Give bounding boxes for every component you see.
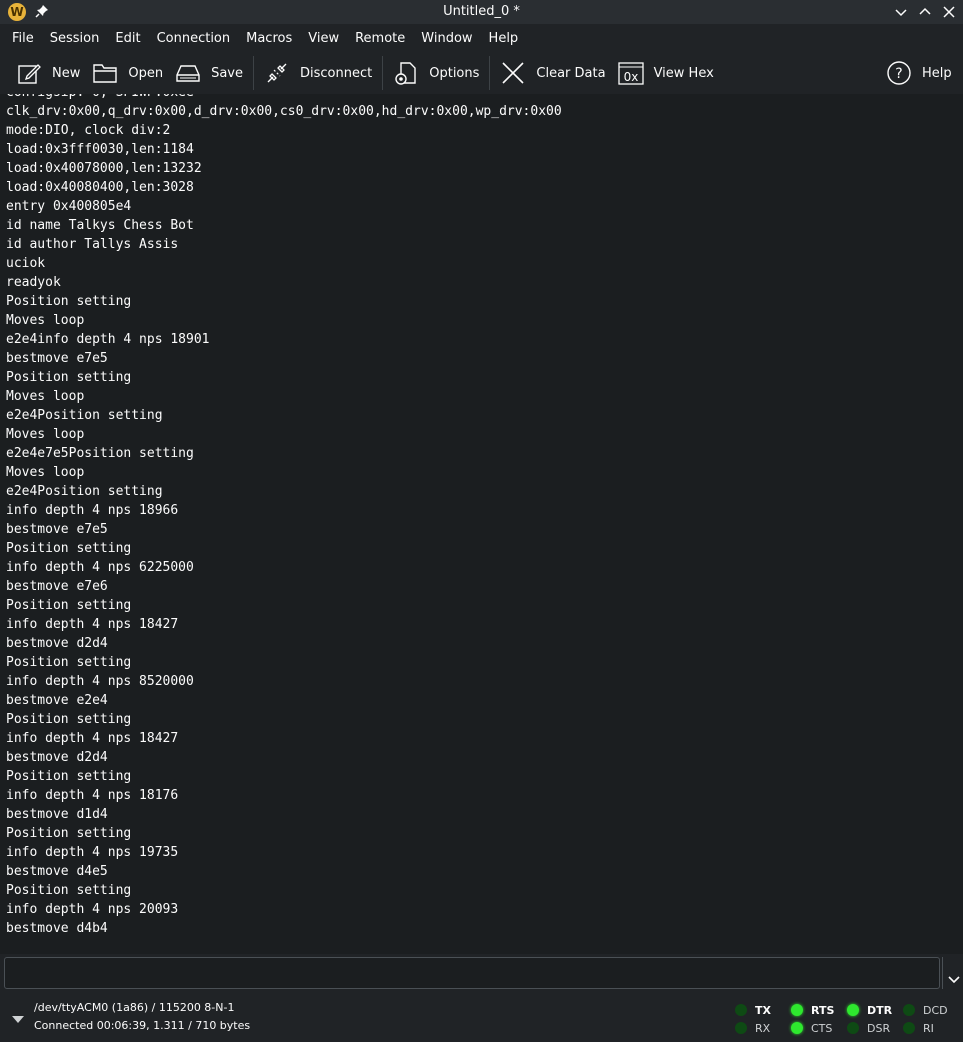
title-bar: W Untitled_0 * xyxy=(0,0,963,24)
cts-led-icon xyxy=(791,1022,803,1034)
menu-view[interactable]: View xyxy=(300,26,347,52)
tx-led-icon xyxy=(735,1004,747,1016)
menu-window[interactable]: Window xyxy=(413,26,480,52)
led-group-dcd-ri: DCD RI xyxy=(903,1001,963,1037)
view-hex-button-label: View Hex xyxy=(653,65,714,81)
disconnect-plug-icon xyxy=(267,63,287,83)
terminal-text: configsip: 0, SPIWP:0xee clk_drv:0x00,q_… xyxy=(6,94,562,936)
options-gear-icon xyxy=(395,62,416,85)
menu-bar: File Session Edit Connection Macros View… xyxy=(0,26,963,52)
rts-led-icon xyxy=(791,1004,803,1016)
ri-label: RI xyxy=(923,1021,934,1035)
rts-label: RTS xyxy=(811,1003,835,1017)
dsr-label: DSR xyxy=(867,1021,891,1035)
maximize-icon[interactable] xyxy=(917,4,933,20)
toolbar-separator xyxy=(382,56,384,90)
rx-label: RX xyxy=(755,1021,771,1035)
disconnect-button[interactable]: Disconnect xyxy=(258,54,378,92)
menu-session[interactable]: Session xyxy=(42,26,108,52)
terminal-output[interactable]: configsip: 0, SPIWP:0xee clk_drv:0x00,q_… xyxy=(0,94,963,954)
hex-view-icon: 0x xyxy=(617,62,644,85)
menu-help[interactable]: Help xyxy=(481,26,527,52)
clear-data-button[interactable]: Clear Data xyxy=(494,54,611,92)
dtr-led-icon xyxy=(847,1004,859,1016)
menu-macros[interactable]: Macros xyxy=(238,26,300,52)
menu-file[interactable]: File xyxy=(4,26,42,52)
connection-info: Connected 00:06:39, 1.311 / 710 bytes xyxy=(34,1019,251,1032)
dtr-label: DTR xyxy=(867,1003,893,1017)
menu-remote[interactable]: Remote xyxy=(347,26,413,52)
command-history-dropdown[interactable] xyxy=(942,957,963,989)
chevron-down-icon xyxy=(947,976,960,984)
new-button[interactable]: New xyxy=(10,54,86,92)
close-icon[interactable] xyxy=(941,4,957,20)
rx-led-icon xyxy=(735,1022,747,1034)
open-button-label: Open xyxy=(128,65,164,81)
new-button-label: New xyxy=(52,65,81,81)
folder-icon xyxy=(93,64,118,83)
led-group-rts-cts: RTS CTS xyxy=(791,1001,851,1037)
save-button[interactable]: Save xyxy=(169,54,249,92)
status-expand-icon[interactable] xyxy=(10,1011,26,1027)
help-button[interactable]: ? Help xyxy=(880,54,958,92)
dsr-led-icon xyxy=(847,1022,859,1034)
menu-connection[interactable]: Connection xyxy=(149,26,239,52)
dcd-led-icon xyxy=(903,1004,915,1016)
view-hex-button[interactable]: 0x View Hex xyxy=(612,54,720,92)
save-drive-icon xyxy=(176,65,200,82)
command-input[interactable] xyxy=(4,957,940,989)
cts-label: CTS xyxy=(811,1021,833,1035)
help-question-icon: ? xyxy=(887,61,911,85)
open-button[interactable]: Open xyxy=(86,54,169,92)
options-button[interactable]: Options xyxy=(387,54,485,92)
led-group-dtr-dsr: DTR DSR xyxy=(847,1001,907,1037)
new-document-icon xyxy=(18,64,41,84)
options-button-label: Options xyxy=(429,65,480,81)
help-button-label: Help xyxy=(922,65,952,81)
ri-led-icon xyxy=(903,1022,915,1034)
toolbar-separator xyxy=(253,56,255,90)
clear-x-icon xyxy=(502,62,524,84)
save-button-label: Save xyxy=(211,65,244,81)
menu-edit[interactable]: Edit xyxy=(107,26,148,52)
disconnect-button-label: Disconnect xyxy=(300,65,373,81)
svg-text:0x: 0x xyxy=(623,70,638,84)
led-group-tx-rx: TX RX xyxy=(735,1001,795,1037)
window-title: Untitled_0 * xyxy=(443,4,520,19)
command-input-area xyxy=(4,957,940,989)
toolbar-separator xyxy=(489,56,491,90)
clear-data-button-label: Clear Data xyxy=(536,65,606,81)
toolbar: New Open Save Disconnect Options Clear D… xyxy=(0,52,963,94)
dcd-label: DCD xyxy=(923,1003,948,1017)
minimize-icon[interactable] xyxy=(893,4,909,20)
status-bar: /dev/ttyACM0 (1a86) / 115200 8-N-1 Conne… xyxy=(0,993,963,1042)
port-info: /dev/ttyACM0 (1a86) / 115200 8-N-1 xyxy=(34,1001,235,1014)
tx-label: TX xyxy=(755,1003,771,1017)
svg-text:?: ? xyxy=(895,66,902,82)
